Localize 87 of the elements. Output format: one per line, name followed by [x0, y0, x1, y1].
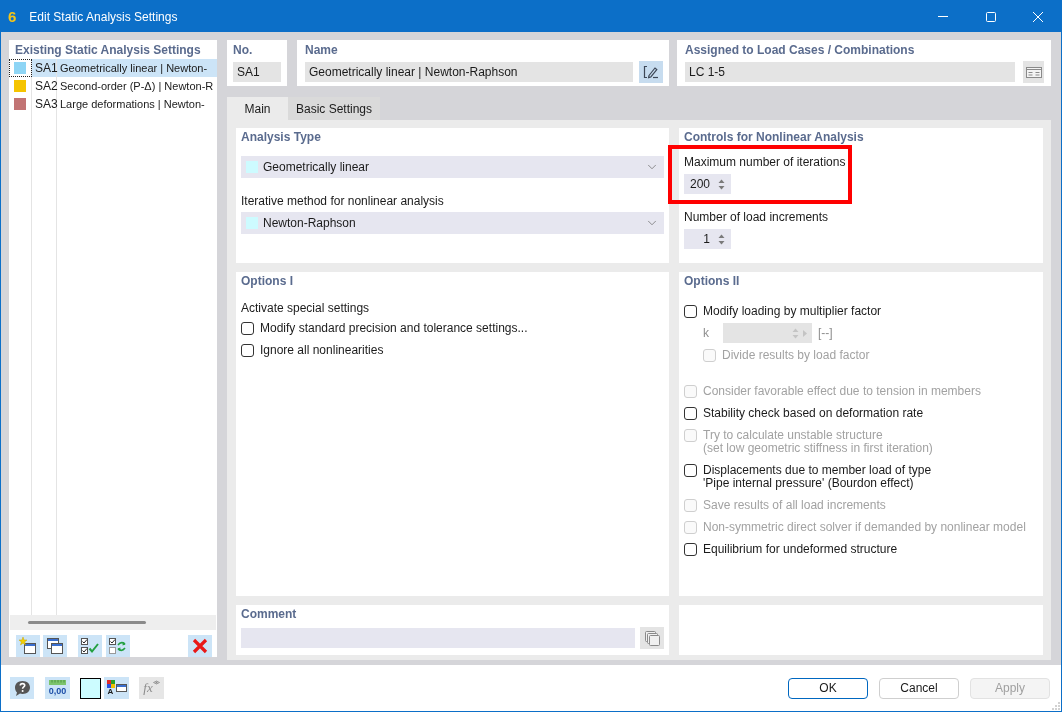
checkbox[interactable]: [241, 343, 254, 357]
section-title: Options I: [241, 273, 293, 289]
field-label: Number of load increments: [684, 209, 829, 225]
tab[interactable]: Main: [227, 97, 288, 120]
window-title: Edit Static Analysis Settings: [29, 8, 178, 26]
list-header: Existing Static Analysis Settings: [15, 41, 201, 59]
toggle-checks-button[interactable]: [106, 635, 130, 657]
item-number: SA2: [35, 78, 58, 95]
app-logo: 6: [8, 8, 17, 25]
checkbox-label: Consider favorable effect due to tension in members: [703, 384, 981, 398]
checklist-arrows-icon: [109, 637, 127, 655]
delete-button[interactable]: [188, 635, 212, 657]
tab[interactable]: Basic Settings: [288, 97, 381, 120]
item-number: SA3: [35, 96, 58, 113]
two-windows-icon: [46, 637, 64, 655]
field-label: Maximum number of iterations: [684, 154, 846, 170]
display-settings-button[interactable]: A: [104, 677, 129, 699]
help-button[interactable]: [10, 677, 34, 699]
pencil-icon: [643, 65, 659, 79]
section-title: Analysis Type: [241, 129, 321, 145]
checkbox-label: Ignore all nonlinearities: [260, 343, 384, 357]
comment-field[interactable]: [241, 628, 635, 648]
checkbox[interactable]: [684, 406, 697, 420]
checkbox-label: Try to calculate unstable structure (set low geometric stiffness in first iteration): [703, 428, 933, 455]
check-all-button[interactable]: [78, 635, 102, 657]
section-title: Options II: [684, 273, 740, 289]
copy-icon: [644, 630, 660, 646]
checkbox[interactable]: [684, 304, 697, 318]
dialog-button[interactable]: OK: [788, 677, 868, 699]
checkbox[interactable]: [684, 463, 697, 477]
resize-grip-icon[interactable]: [1052, 702, 1060, 710]
checkbox-label: Save results of all load increments: [703, 498, 886, 512]
eye-icon: [152, 680, 160, 685]
checkbox[interactable]: [684, 542, 697, 556]
load-cases-field[interactable]: LC 1-5: [685, 62, 1015, 82]
swatch-icon: [246, 217, 258, 229]
close-icon: [1033, 11, 1043, 22]
checkbox-label: Modify loading by multiplier factor: [703, 304, 882, 318]
ruler-icon: [49, 680, 66, 685]
number-field[interactable]: 200: [684, 174, 731, 194]
number-field[interactable]: SA1: [233, 62, 281, 82]
checkbox-label: Divide results by load factor: [722, 348, 870, 362]
maximize-icon: [986, 11, 996, 22]
item-name: Second-order (P-Δ) | Newton-R: [60, 78, 214, 94]
horizontal-scrollbar[interactable]: [10, 615, 216, 630]
group-label: Activate special settings: [241, 300, 370, 316]
delete-icon: [192, 638, 208, 654]
swatch-icon[interactable]: [80, 677, 101, 699]
field-label: Assigned to Load Cases / Combinations: [685, 42, 915, 58]
swatch-icon: [246, 161, 258, 173]
checkbox-label: Modify standard precision and tolerance settings...: [260, 321, 528, 335]
spin-arrows-icon[interactable]: [718, 233, 725, 245]
checkbox-label: Displacements due to member load of type 'Pipe internal pressure' (Bourdon effect): [703, 463, 932, 490]
item-name: Geometrically linear | Newton-: [60, 60, 208, 76]
section-title: Controls for Nonlinear Analysis: [684, 129, 864, 145]
window-icon: [115, 684, 127, 692]
field-label: k: [703, 325, 709, 342]
color-squares-icon: [106, 680, 115, 688]
dropdown[interactable]: Geometrically linear: [241, 156, 664, 178]
decimals-button[interactable]: 0,00: [45, 677, 70, 699]
help-icon: [13, 679, 31, 697]
list-item[interactable]: SA1 Geometrically linear | Newton-: [9, 59, 217, 77]
checklist-tick-icon: [81, 637, 99, 655]
dialog-button[interactable]: Cancel: [879, 677, 959, 699]
checkbox-label: Equilibrium for undeformed structure: [703, 542, 898, 556]
spin-arrows-icon[interactable]: [718, 178, 725, 190]
checkbox[interactable]: [241, 321, 254, 335]
new-button[interactable]: [16, 635, 40, 657]
name-field[interactable]: Geometrically linear | Newton-Raphson: [305, 62, 633, 82]
select-button[interactable]: [1023, 61, 1044, 83]
number-field[interactable]: 1: [684, 229, 731, 249]
item-name: Large deformations | Newton-: [60, 96, 205, 112]
checkbox-label: Non-symmetric direct solver if demanded by nonlinear model: [703, 520, 1026, 534]
checkbox-label: Stability check based on deformation rate: [703, 406, 924, 420]
new-window-icon: [19, 637, 37, 655]
list-window-icon: [1025, 66, 1042, 78]
minimize-icon: [938, 16, 948, 17]
unit-label: [--]: [818, 325, 833, 342]
section-title: Comment: [241, 606, 297, 622]
dropdown[interactable]: Newton-Raphson: [241, 212, 664, 234]
field-label: Name: [305, 42, 338, 58]
field-label: Iterative method for nonlinear analysis: [241, 193, 444, 209]
copy-button[interactable]: [640, 627, 664, 649]
field-label: No.: [233, 42, 253, 58]
item-number: SA1: [35, 60, 58, 77]
duplicate-button[interactable]: [43, 635, 67, 657]
edit-button[interactable]: [639, 61, 663, 83]
